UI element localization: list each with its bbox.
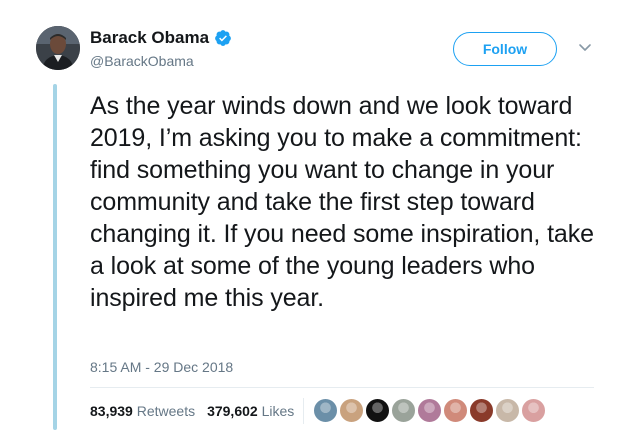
verified-badge-icon <box>215 30 231 46</box>
liker-avatar-8[interactable] <box>495 398 520 423</box>
likes-label: Likes <box>261 403 295 419</box>
liker-avatar-5[interactable] <box>417 398 442 423</box>
author-avatar[interactable] <box>36 26 80 70</box>
liker-avatar-9[interactable] <box>521 398 546 423</box>
likes-stat[interactable]: 379,602 Likes <box>207 403 294 419</box>
likes-count: 379,602 <box>207 403 258 419</box>
retweets-count: 83,939 <box>90 403 133 419</box>
liker-avatar-6[interactable] <box>443 398 468 423</box>
liker-avatar-4[interactable] <box>391 398 416 423</box>
tweet-stats: 83,939 Retweets 379,602 Likes <box>90 403 294 419</box>
chevron-down-icon[interactable] <box>578 43 592 53</box>
author-handle[interactable]: @BarackObama <box>90 53 194 69</box>
retweets-stat[interactable]: 83,939 Retweets <box>90 403 195 419</box>
tweet-timestamp[interactable]: 8:15 AM - 29 Dec 2018 <box>90 359 233 375</box>
tweet-text: As the year winds down and we look towar… <box>90 92 594 312</box>
liker-avatar-3[interactable] <box>365 398 390 423</box>
author-display-name[interactable]: Barack Obama <box>90 28 209 48</box>
stats-divider <box>90 387 594 388</box>
liker-avatars <box>313 398 546 423</box>
liker-avatar-1[interactable] <box>313 398 338 423</box>
liker-avatar-2[interactable] <box>339 398 364 423</box>
liker-avatar-7[interactable] <box>469 398 494 423</box>
thread-line <box>53 84 57 430</box>
author-name-row: Barack Obama <box>90 28 232 48</box>
stats-separator <box>303 398 304 424</box>
retweets-label: Retweets <box>136 403 196 419</box>
follow-button[interactable]: Follow <box>453 32 557 66</box>
